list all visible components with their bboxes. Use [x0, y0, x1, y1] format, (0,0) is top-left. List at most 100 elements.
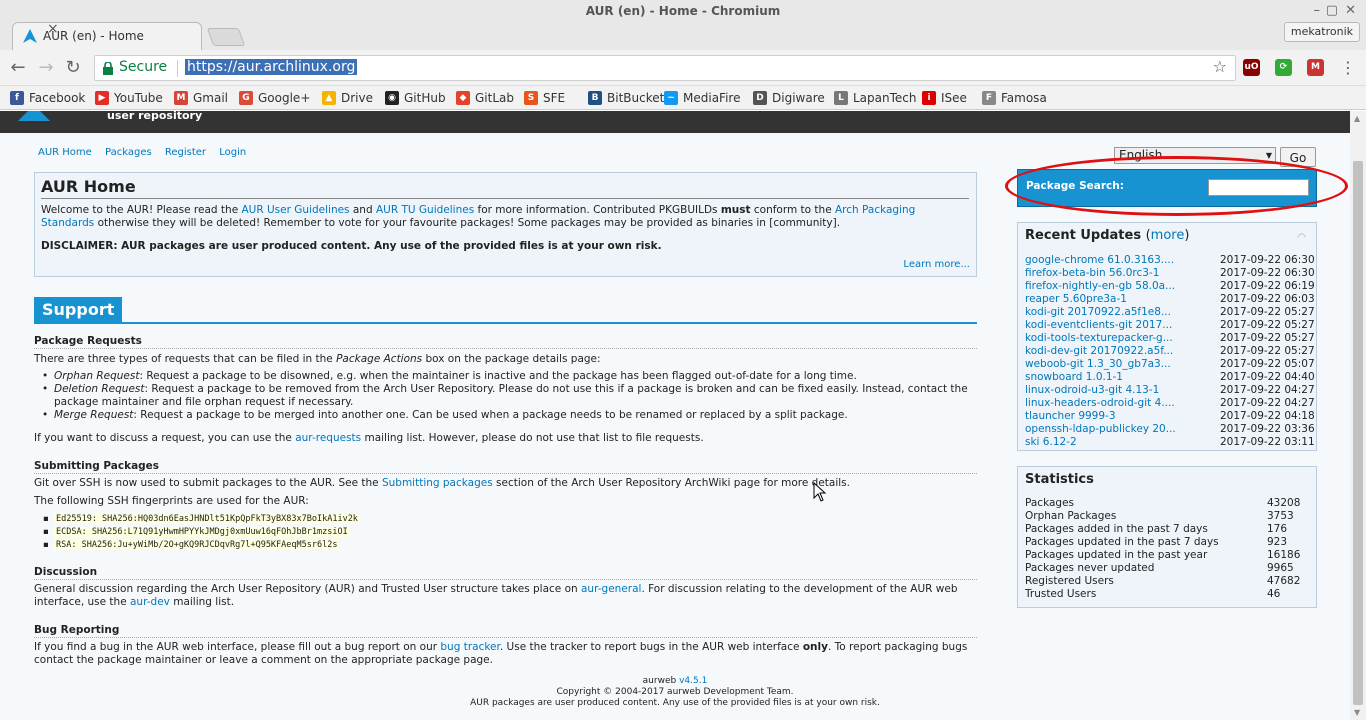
scroll-down-icon[interactable]: ▼ — [1354, 708, 1360, 717]
statistic-label: Registered Users — [1025, 575, 1114, 587]
recent-package-link[interactable]: weboob-git 1.3_30_gb7a3... — [1025, 358, 1171, 370]
aur-nav: AUR Home Packages Register Login — [38, 147, 256, 158]
minimize-icon[interactable]: – — [1314, 0, 1321, 22]
recent-update-row: kodi-tools-texturepacker-g... 2017-09-22 … — [1025, 332, 1315, 345]
reload-icon[interactable]: ↻ — [63, 58, 83, 78]
maximize-icon[interactable]: ▢ — [1326, 0, 1338, 22]
bookmark-isee[interactable]: i ISee — [922, 89, 967, 107]
nav-packages[interactable]: Packages — [105, 147, 152, 158]
nav-register[interactable]: Register — [165, 147, 206, 158]
recent-update-row: kodi-dev-git 20170922.a5f... 2017-09-22 0… — [1025, 345, 1315, 358]
bookmark-github[interactable]: ◉ GitHub — [385, 89, 446, 107]
recent-package-link[interactable]: snowboard 1.0.1-1 — [1025, 371, 1123, 383]
menu-icon[interactable]: ⋮ — [1340, 58, 1356, 77]
recent-package-link[interactable]: kodi-git 20170922.a5f1e8... — [1025, 306, 1171, 318]
ublock-icon[interactable]: uO — [1243, 59, 1260, 76]
nav-login[interactable]: Login — [219, 147, 246, 158]
browser-tab[interactable]: AUR (en) - Home × — [12, 22, 202, 50]
bookmark-famosa[interactable]: F Famosa — [982, 89, 1047, 107]
recent-package-link[interactable]: firefox-nightly-en-gb 58.0a... — [1025, 280, 1175, 292]
nav-aur-home[interactable]: AUR Home — [38, 147, 92, 158]
tab-close-icon[interactable]: × — [47, 22, 987, 36]
recent-package-link[interactable]: reaper 5.60pre3a-1 — [1025, 293, 1127, 305]
package-actions-em: Package Actions — [336, 353, 423, 365]
scroll-up-icon[interactable]: ▲ — [1354, 114, 1360, 123]
orphan-request-item: Orphan Request: Request a package to be … — [42, 370, 974, 383]
back-arrow-icon[interactable]: ← — [8, 58, 28, 78]
profile-button[interactable]: mekatronik — [1283, 22, 1360, 42]
bookmark-drive[interactable]: ▲ Drive — [322, 89, 373, 107]
rss-icon[interactable]: ◠ — [1297, 232, 1306, 243]
bookmark-mediafire[interactable]: ~ MediaFire — [664, 89, 740, 107]
close-window-icon[interactable]: ✕ — [1345, 0, 1356, 22]
url-text[interactable]: https://aur.archlinux.org — [185, 59, 358, 75]
recent-package-link[interactable]: kodi-tools-texturepacker-g... — [1025, 332, 1173, 344]
address-bar[interactable]: Secure https://aur.archlinux.org ☆ — [94, 55, 1236, 81]
secure-label: Secure — [119, 59, 168, 75]
bookmark-label: BitBucket — [607, 91, 665, 105]
recent-package-link[interactable]: tlauncher 9999-3 — [1025, 410, 1116, 422]
text: Git over SSH is now used to submit packa… — [34, 477, 382, 489]
tab-strip: AUR (en) - Home × mekatronik — [0, 22, 1366, 50]
package-requests-heading: Package Requests — [34, 335, 977, 349]
bookmark-facebook[interactable]: f Facebook — [10, 89, 85, 107]
statistics-row: Packages added in the past 7 days 176 — [1025, 523, 1309, 536]
recent-package-link[interactable]: linux-odroid-u3-git 4.13-1 — [1025, 384, 1159, 396]
statistic-label: Packages updated in the past year — [1025, 549, 1208, 561]
aur-requests-link[interactable]: aur-requests — [295, 432, 361, 444]
statistic-label: Orphan Packages — [1025, 510, 1117, 522]
recent-package-link[interactable]: kodi-eventclients-git 2017... — [1025, 319, 1172, 331]
bookmark-star-icon[interactable]: ☆ — [1213, 57, 1227, 76]
bookmark-sfe[interactable]: S SFE — [524, 89, 565, 107]
text: General discussion regarding the Arch Us… — [34, 583, 581, 595]
text: There are three types of requests that c… — [34, 353, 337, 365]
scrollbar-thumb[interactable] — [1353, 161, 1363, 705]
recent-update-date: 2017-09-22 04:18 — [1220, 410, 1315, 422]
page-scrollbar[interactable]: ▲ ▼ — [1350, 111, 1366, 720]
bookmark-bitbucket[interactable]: B BitBucket — [588, 89, 664, 107]
aur-user-guidelines-link[interactable]: AUR User Guidelines — [242, 204, 350, 216]
recent-update-row: weboob-git 1.3_30_gb7a3... 2017-09-22 05:… — [1025, 358, 1315, 371]
aur-general-link[interactable]: aur-general — [581, 583, 641, 595]
bookmark-label: SFE — [543, 91, 566, 105]
text: : Request a package to be merged into an… — [133, 409, 848, 421]
recent-updates-box: Recent Updates (more) ◠ google-chrome 61… — [1017, 222, 1317, 451]
statistic-label: Packages — [1025, 497, 1074, 509]
learn-more-link[interactable]: Learn more... — [903, 259, 970, 270]
text: If you want to discuss a request, you ca… — [34, 432, 296, 444]
bookmark-google-[interactable]: G Google+ — [239, 89, 310, 107]
github-icon: ◉ — [385, 91, 399, 105]
page-content: user repository AUR Home Packages Regist… — [0, 111, 1350, 720]
statistic-value: 9965 — [1267, 562, 1294, 574]
statistic-value: 16186 — [1267, 549, 1301, 561]
mouse-cursor-icon — [813, 482, 827, 502]
recent-package-link[interactable]: google-chrome 61.0.3163.... — [1025, 254, 1174, 266]
aur-dev-link[interactable]: aur-dev — [130, 596, 170, 608]
bookmark-gmail[interactable]: M Gmail — [174, 89, 228, 107]
recent-update-row: openssh-ldap-publickey 20... 2017-09-22 0… — [1025, 423, 1315, 436]
recent-package-link[interactable]: ski 6.12-2 — [1025, 436, 1077, 448]
forward-arrow-icon[interactable]: → — [36, 58, 56, 78]
bookmark-label: YouTube — [114, 91, 163, 105]
arch-logo[interactable] — [18, 111, 50, 121]
bitbucket-icon: B — [588, 91, 602, 105]
aur-tu-guidelines-link[interactable]: AUR TU Guidelines — [376, 204, 474, 216]
recent-more-link[interactable]: more — [1151, 228, 1185, 243]
recent-update-date: 2017-09-22 06:03 — [1220, 293, 1315, 305]
new-tab-button[interactable] — [206, 28, 246, 46]
recent-package-link[interactable]: linux-headers-odroid-git 4.... — [1025, 397, 1175, 409]
bookmark-youtube[interactable]: ▶ YouTube — [95, 89, 163, 107]
recent-package-link[interactable]: firefox-beta-bin 56.0rc3-1 — [1025, 267, 1159, 279]
bookmark-digiware[interactable]: D Digiware — [753, 89, 825, 107]
bookmark-gitlab[interactable]: ◆ GitLab — [456, 89, 514, 107]
bookmark-lapantech[interactable]: L LapanTech — [834, 89, 917, 107]
recent-package-link[interactable]: openssh-ldap-publickey 20... — [1025, 423, 1176, 435]
recent-package-link[interactable]: kodi-dev-git 20170922.a5f... — [1025, 345, 1173, 357]
mega-extension-icon[interactable]: M — [1307, 59, 1324, 76]
bug-tracker-link[interactable]: bug tracker — [440, 641, 499, 653]
window-titlebar: AUR (en) - Home - Chromium – ▢ ✕ — [0, 0, 1366, 22]
submitting-packages-link[interactable]: Submitting packages — [382, 477, 493, 489]
version-link[interactable]: v4.5.1 — [679, 676, 707, 686]
footer: aurweb v4.5.1 Copyright © 2004-2017 aurw… — [0, 676, 1350, 709]
extension-icon[interactable]: ⟳ — [1275, 59, 1292, 76]
